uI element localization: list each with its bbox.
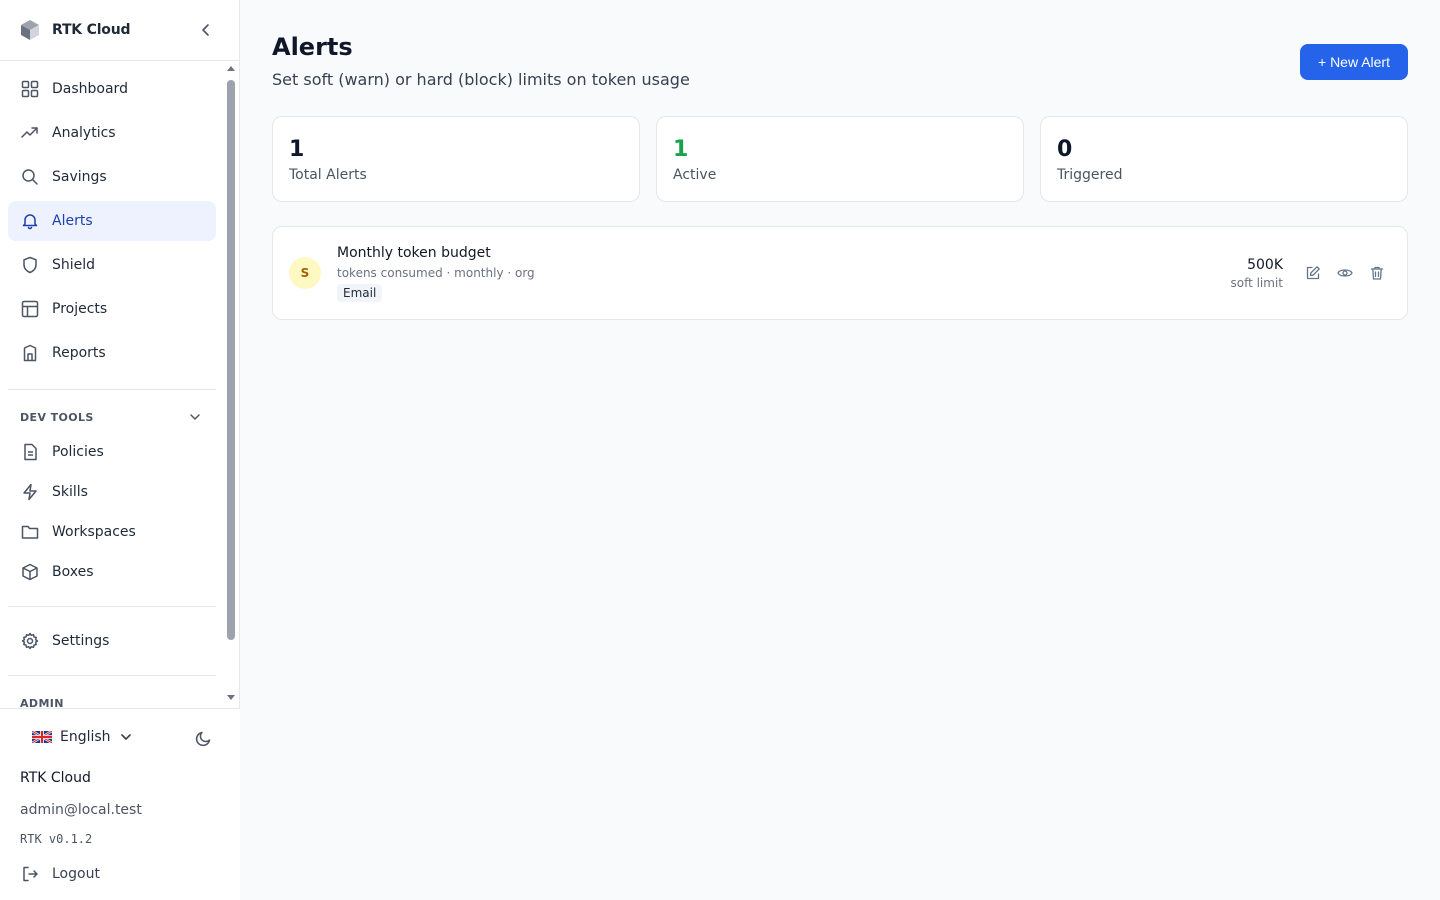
chevron-down-icon — [190, 414, 200, 420]
alert-limit-value: 500K — [1247, 257, 1283, 273]
chevron-left-icon — [202, 24, 209, 36]
scroll-down-arrow-icon[interactable] — [227, 695, 235, 700]
report-icon — [23, 344, 37, 362]
edit-icon — [1306, 266, 1320, 280]
scroll-up-arrow-icon[interactable] — [227, 66, 235, 71]
sidebar-item-label: Reports — [52, 345, 106, 361]
view-alert-button[interactable] — [1336, 264, 1354, 282]
stat-card-total-alerts: 1 Total Alerts — [272, 116, 640, 202]
severity-badge: S — [289, 257, 321, 289]
theme-toggle-button[interactable] — [195, 729, 215, 749]
sidebar-footer: English RTK Cloud admin@local.test RTK v… — [0, 708, 240, 900]
sidebar-nav: Dashboard Analytics Savings Alerts Shiel… — [0, 61, 240, 708]
stat-label: Total Alerts — [289, 167, 367, 183]
sidebar-item-label: Settings — [52, 633, 110, 649]
stat-card-active: 1 Active — [656, 116, 1024, 202]
user-email: admin@local.test — [20, 802, 142, 818]
dev-tools-toggle[interactable] — [188, 409, 206, 427]
sidebar-item-label: Analytics — [52, 125, 116, 141]
dev-tools-heading: DEV TOOLS — [20, 411, 94, 424]
search-icon — [22, 169, 38, 185]
alert-row[interactable]: S Monthly token budget tokens consumed ·… — [272, 226, 1408, 320]
stat-label: Active — [673, 167, 717, 183]
sidebar-item-savings[interactable]: Savings — [8, 157, 216, 197]
stat-label: Triggered — [1057, 167, 1123, 183]
sidebar-item-alerts[interactable]: Alerts — [8, 201, 216, 241]
gear-icon — [21, 632, 39, 650]
nav-divider — [8, 606, 216, 607]
sidebar-item-label: Workspaces — [52, 524, 136, 540]
chevron-down-icon — [120, 734, 131, 740]
sidebar-item-projects[interactable]: Projects — [8, 289, 216, 329]
sidebar-item-boxes[interactable]: Boxes — [8, 552, 216, 592]
sidebar-item-label: Alerts — [52, 213, 93, 229]
collapse-sidebar-button[interactable] — [196, 20, 216, 40]
language-label: English — [60, 729, 111, 745]
alert-channel-tag: Email — [337, 284, 383, 302]
language-selector[interactable]: English — [32, 729, 133, 745]
bell-icon — [22, 214, 38, 230]
org-name: RTK Cloud — [20, 770, 91, 786]
stat-value: 1 — [673, 137, 689, 162]
page-subtitle: Set soft (warn) or hard (block) limits o… — [272, 70, 690, 89]
table-icon — [21, 300, 39, 318]
alert-name: Monthly token budget — [337, 245, 491, 261]
box-icon — [22, 563, 38, 581]
sidebar-item-dashboard[interactable]: Dashboard — [8, 69, 216, 109]
stat-value: 1 — [289, 137, 305, 162]
sidebar-item-policies[interactable]: Policies — [8, 432, 216, 472]
sidebar-item-label: Dashboard — [52, 81, 128, 97]
document-icon — [24, 443, 37, 461]
sidebar-item-label: Projects — [52, 301, 108, 317]
admin-heading: ADMIN — [20, 697, 64, 708]
nav-divider — [8, 675, 216, 676]
sidebar-item-label: Savings — [52, 169, 107, 185]
scrollbar-thumb[interactable] — [227, 80, 235, 640]
brand-name: RTK Cloud — [52, 22, 131, 38]
brand-header: RTK Cloud — [0, 0, 239, 61]
cube-logo-icon — [21, 20, 39, 40]
delete-alert-button[interactable] — [1368, 264, 1386, 282]
uk-flag-icon — [32, 731, 52, 743]
moon-icon — [195, 731, 211, 747]
sidebar-item-reports[interactable]: Reports — [8, 333, 216, 373]
sidebar-item-shield[interactable]: Shield — [8, 245, 216, 285]
trending-up-icon — [21, 127, 38, 138]
lightning-icon — [23, 483, 37, 501]
trash-icon — [1370, 266, 1384, 280]
sidebar-item-skills[interactable]: Skills — [8, 472, 216, 512]
sidebar-item-settings[interactable]: Settings — [8, 621, 216, 661]
page-title: Alerts — [272, 33, 353, 61]
stat-card-triggered: 0 Triggered — [1040, 116, 1408, 202]
sidebar-item-workspaces[interactable]: Workspaces — [8, 512, 216, 552]
alert-limit-type: soft limit — [1230, 276, 1283, 290]
eye-icon — [1337, 269, 1353, 277]
sidebar-item-analytics[interactable]: Analytics — [8, 113, 216, 153]
alert-meta: tokens consumed · monthly · org — [337, 266, 535, 280]
sidebar-item-label: Boxes — [52, 564, 94, 580]
edit-alert-button[interactable] — [1304, 264, 1322, 282]
grid-icon — [21, 80, 39, 98]
logout-icon — [23, 866, 38, 882]
logout-label: Logout — [52, 866, 100, 882]
app-version: RTK v0.1.2 — [20, 832, 93, 846]
nav-divider — [8, 389, 216, 390]
folder-icon — [21, 525, 39, 539]
sidebar-item-label: Policies — [52, 444, 104, 460]
sidebar: RTK Cloud Dashboard Analytics Savings Al… — [0, 0, 240, 900]
sidebar-item-label: Skills — [52, 484, 88, 500]
logout-button[interactable]: Logout — [20, 864, 100, 884]
main-content: Alerts Set soft (warn) or hard (block) l… — [240, 0, 1440, 900]
stat-value: 0 — [1057, 137, 1073, 162]
sidebar-item-label: Shield — [52, 257, 96, 273]
sidebar-scrollbar[interactable] — [226, 64, 236, 706]
new-alert-button[interactable]: + New Alert — [1300, 44, 1408, 80]
shield-icon — [23, 256, 37, 274]
